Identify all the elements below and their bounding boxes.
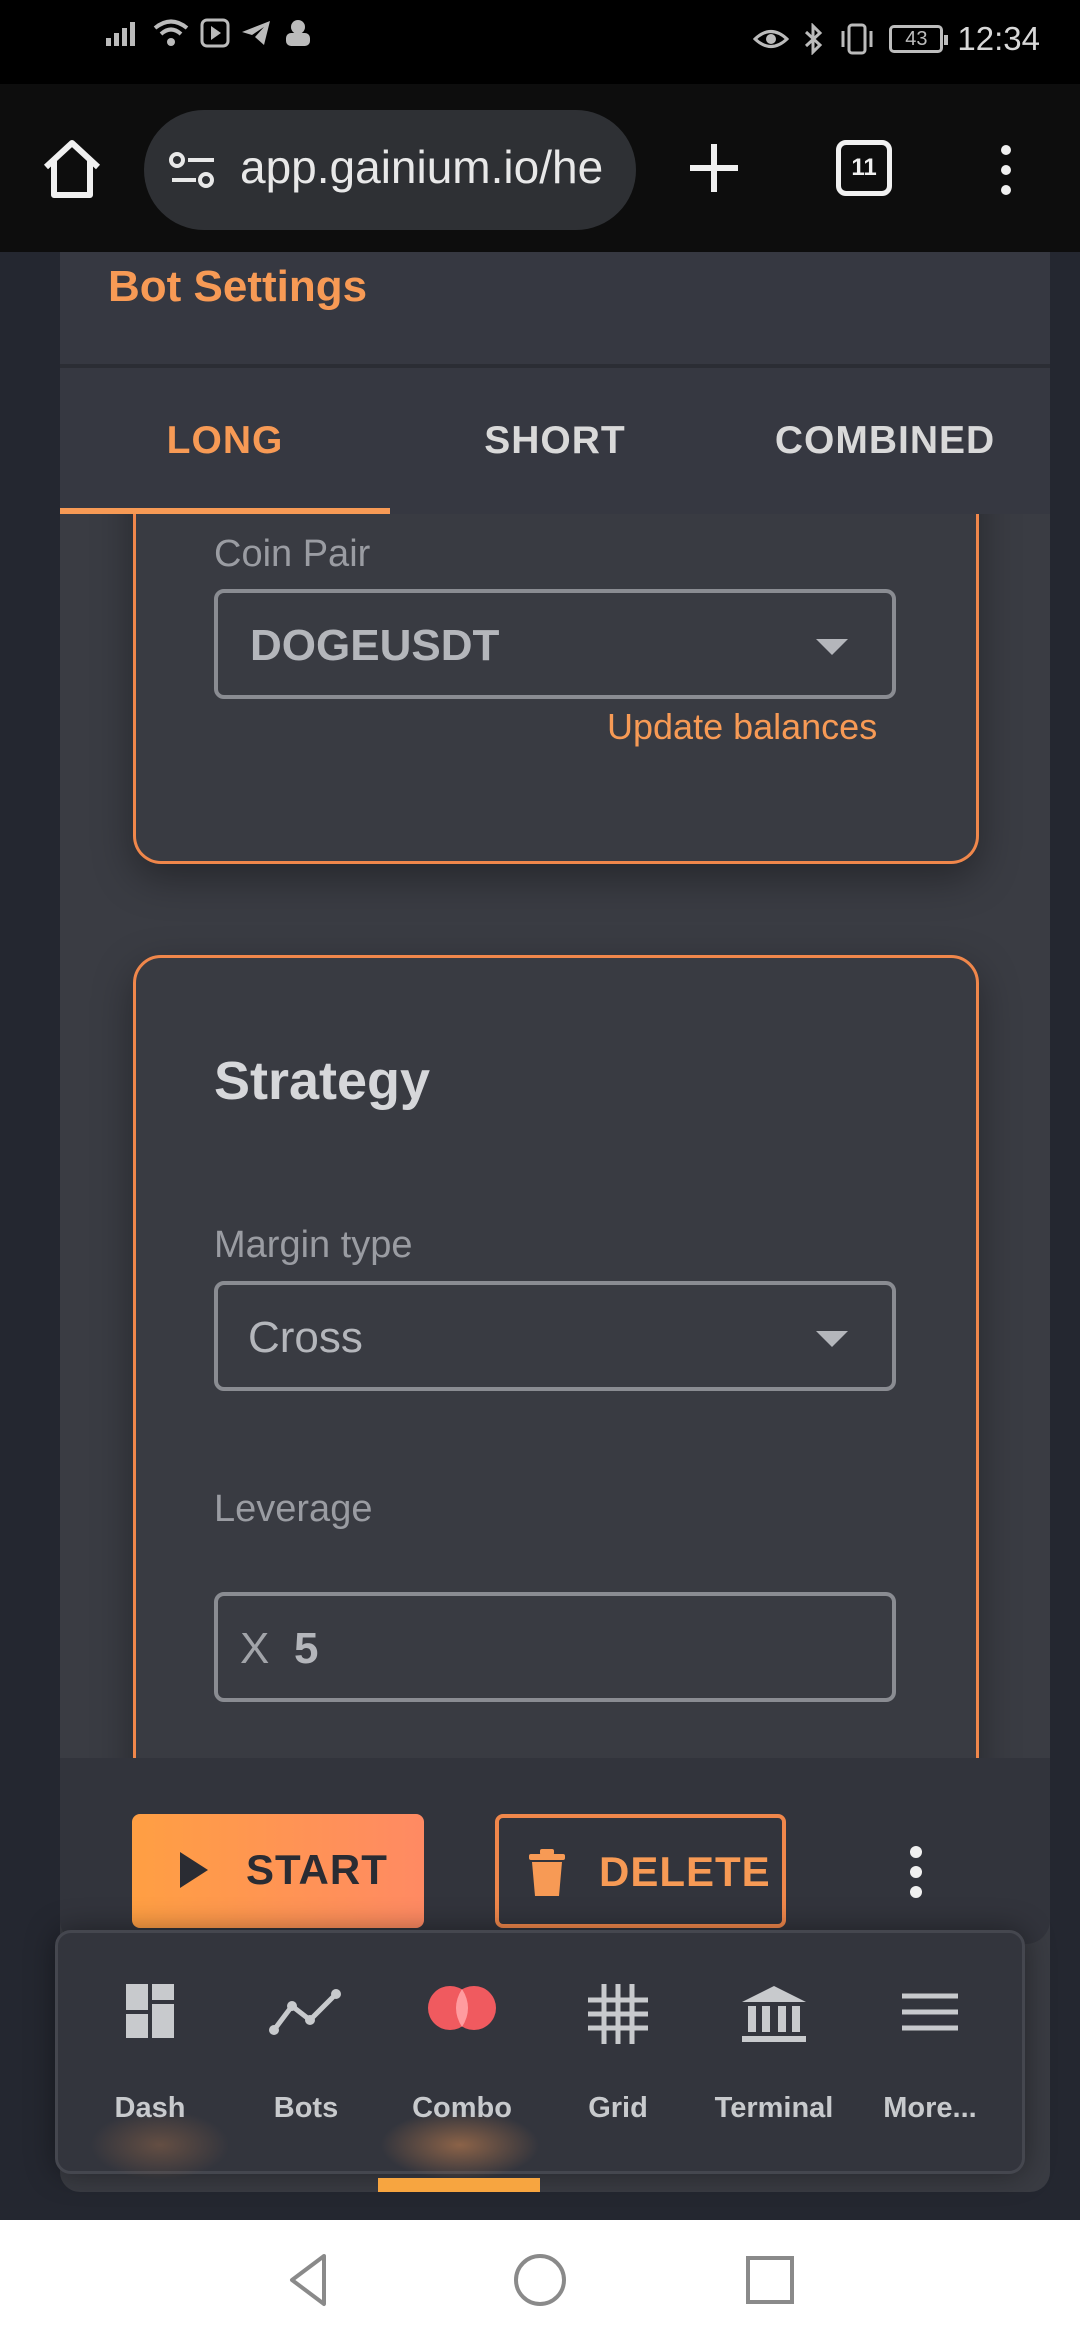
app-root: 43 12:34 app.gainium.io/he 11 Coin Pair …	[0, 0, 1080, 2340]
nav-item-terminal[interactable]: Terminal	[696, 1970, 852, 2130]
signal-icon	[106, 22, 135, 46]
bluetooth-icon	[805, 23, 823, 55]
new-tab-icon[interactable]	[686, 140, 742, 196]
home-circle-icon[interactable]	[510, 2250, 570, 2310]
coin-pair-select[interactable]: DOGEUSDT	[214, 589, 896, 699]
nav-item-dash[interactable]: Dash	[72, 1970, 228, 2130]
dashboard-icon	[126, 1984, 174, 2038]
direction-tabs: LONG SHORT COMBINED	[60, 368, 1050, 514]
bot-settings-header: Bot Settings	[60, 252, 1050, 366]
play-icon	[180, 1852, 208, 1888]
nav-label: Terminal	[714, 2092, 834, 2124]
battery-indicator: 43	[889, 25, 949, 53]
tab-combined[interactable]: COMBINED	[720, 368, 1050, 514]
nav-label: Combo	[412, 2092, 512, 2124]
status-icons-left	[106, 18, 314, 48]
recents-icon[interactable]	[740, 2250, 800, 2310]
nav-label: Bots	[273, 2092, 339, 2124]
nav-label: More...	[883, 2092, 977, 2124]
home-icon[interactable]	[40, 137, 104, 201]
system-navigation-bar	[0, 2220, 1080, 2340]
update-balances-link[interactable]: Update balances	[607, 706, 877, 748]
wifi-icon	[153, 19, 189, 46]
eye-icon	[753, 30, 790, 48]
grid-icon	[588, 1984, 648, 2044]
tab-long[interactable]: LONG	[60, 368, 390, 514]
nav-item-more[interactable]: More...	[852, 1970, 1008, 2130]
tab-short[interactable]: SHORT	[390, 368, 720, 514]
delete-label: DELETE	[599, 1848, 771, 1895]
status-bar: 43 12:34	[0, 0, 1080, 84]
play-icon	[200, 18, 230, 48]
active-tab-indicator	[60, 508, 390, 514]
margin-type-label: Margin type	[214, 1224, 413, 1266]
app-notification-icon	[286, 20, 310, 46]
leverage-label: Leverage	[214, 1488, 373, 1530]
nav-item-bots[interactable]: Bots	[228, 1970, 384, 2130]
nav-label: Grid	[588, 2092, 648, 2124]
vibrate-icon	[841, 23, 873, 55]
coin-pair-value: DOGEUSDT	[250, 621, 500, 670]
address-bar[interactable]: app.gainium.io/he	[144, 110, 636, 230]
leverage-input[interactable]: X 5	[214, 1592, 896, 1702]
more-options-icon[interactable]	[908, 1846, 924, 1898]
tab-switcher-button[interactable]: 11	[836, 140, 892, 196]
menu-icon	[902, 1993, 958, 2031]
start-button[interactable]: START	[132, 1814, 424, 1928]
bank-icon	[742, 1986, 806, 2042]
browser-toolbar: app.gainium.io/he 11	[0, 84, 1080, 252]
nav-item-grid[interactable]: Grid	[540, 1970, 696, 2130]
dropdown-caret-icon	[816, 639, 848, 655]
start-label: START	[246, 1846, 388, 1893]
combo-icon	[428, 1986, 496, 2030]
nav-item-combo[interactable]: Combo	[384, 1970, 540, 2130]
dropdown-caret-icon	[816, 1331, 848, 1347]
line-chart-icon	[269, 1989, 341, 2035]
coin-pair-label: Coin Pair	[214, 533, 371, 575]
strategy-card: Strategy Margin type Cross Leverage X 5	[133, 955, 979, 1855]
strategy-title: Strategy	[214, 1051, 431, 1111]
status-icons-right: 43 12:34	[753, 20, 1040, 58]
telegram-icon	[242, 21, 270, 45]
page-title: Bot Settings	[108, 262, 368, 311]
delete-button[interactable]: DELETE	[495, 1814, 786, 1928]
url-text[interactable]: app.gainium.io/he	[240, 140, 603, 194]
margin-type-select[interactable]: Cross	[214, 1281, 896, 1391]
active-nav-indicator	[378, 2178, 540, 2192]
clock: 12:34	[957, 20, 1040, 57]
trash-icon	[529, 1849, 565, 1896]
back-icon[interactable]	[280, 2250, 340, 2310]
margin-type-value: Cross	[248, 1313, 363, 1362]
site-settings-icon[interactable]	[168, 150, 218, 190]
browser-menu-icon[interactable]	[996, 144, 1016, 196]
leverage-value: 5	[294, 1624, 319, 1673]
nav-label: Dash	[114, 2092, 186, 2124]
leverage-prefix: X	[240, 1624, 270, 1673]
